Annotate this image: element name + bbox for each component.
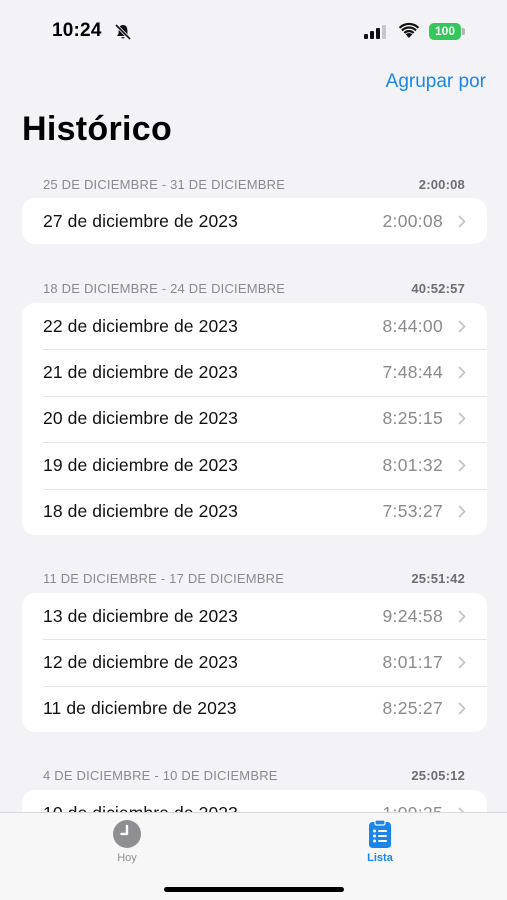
list-item[interactable]: 21 de diciembre de 2023 7:48:44 <box>22 349 487 395</box>
row-duration: 8:44:00 <box>382 315 443 336</box>
row-duration: 7:53:27 <box>382 501 443 522</box>
battery-tip <box>462 28 465 35</box>
list-clipboard-icon <box>369 819 391 848</box>
cellular-signal-icon <box>364 25 386 39</box>
row-date: 11 de diciembre de 2023 <box>43 698 237 719</box>
row-duration: 8:25:15 <box>382 408 443 429</box>
list-item[interactable]: 27 de diciembre de 2023 2:00:08 <box>22 198 487 244</box>
section-card: 22 de diciembre de 2023 8:44:00 21 de di… <box>22 303 487 535</box>
section-total: 40:52:57 <box>411 281 465 296</box>
list-item[interactable]: 19 de diciembre de 2023 8:01:32 <box>22 442 487 488</box>
section-card: 13 de diciembre de 2023 9:24:58 12 de di… <box>22 593 487 733</box>
status-time: 10:24 <box>52 20 102 41</box>
group-by-button[interactable]: Agrupar por <box>386 71 486 93</box>
list-item[interactable]: 12 de diciembre de 2023 8:01:17 <box>22 639 487 685</box>
tab-hoy[interactable]: Hoy <box>87 819 167 864</box>
section-header: 18 DE DICIEMBRE - 24 DE DICIEMBRE 40:52:… <box>43 281 465 296</box>
chevron-right-icon <box>458 215 466 228</box>
row-duration: 7:48:44 <box>382 362 443 383</box>
battery-indicator: 100 <box>429 23 465 40</box>
chevron-right-icon <box>458 505 466 518</box>
row-duration: 8:25:27 <box>382 698 443 719</box>
row-duration: 8:01:17 <box>382 652 443 673</box>
list-item[interactable]: 20 de diciembre de 2023 8:25:15 <box>22 395 487 442</box>
tab-label: Lista <box>367 852 393 864</box>
home-indicator[interactable] <box>164 887 344 892</box>
section-total: 25:05:12 <box>411 768 465 783</box>
wifi-icon <box>398 22 420 38</box>
row-duration: 2:00:08 <box>382 210 443 231</box>
row-date: 19 de diciembre de 2023 <box>43 454 238 475</box>
status-bar: 10:24 100 <box>0 0 507 60</box>
row-date: 12 de diciembre de 2023 <box>43 652 238 673</box>
row-date: 27 de diciembre de 2023 <box>43 210 238 231</box>
section-range: 18 DE DICIEMBRE - 24 DE DICIEMBRE <box>43 281 286 296</box>
row-duration: 9:24:58 <box>382 605 443 626</box>
chevron-right-icon <box>458 610 466 623</box>
chevron-right-icon <box>458 320 466 333</box>
row-date: 13 de diciembre de 2023 <box>43 605 238 626</box>
row-date: 20 de diciembre de 2023 <box>43 408 238 429</box>
section-total: 2:00:08 <box>418 177 465 192</box>
battery-level: 100 <box>429 23 461 40</box>
section-header: 4 DE DICIEMBRE - 10 DE DICIEMBRE 25:05:1… <box>43 768 465 783</box>
clock-icon <box>113 820 141 848</box>
page-title: Histórico <box>22 110 173 148</box>
list-item[interactable]: 13 de diciembre de 2023 9:24:58 <box>22 593 487 639</box>
section-range: 11 DE DICIEMBRE - 17 DE DICIEMBRE <box>43 571 285 586</box>
section-total: 25:51:42 <box>411 571 465 586</box>
row-duration: 8:01:32 <box>382 454 443 475</box>
chevron-right-icon <box>458 459 466 472</box>
chevron-right-icon <box>458 703 466 715</box>
bell-slash-icon <box>114 23 132 41</box>
section-range: 4 DE DICIEMBRE - 10 DE DICIEMBRE <box>43 768 278 783</box>
chevron-right-icon <box>458 413 466 425</box>
list-item[interactable]: 22 de diciembre de 2023 8:44:00 <box>22 303 487 349</box>
tab-label: Hoy <box>117 852 137 864</box>
row-date: 22 de diciembre de 2023 <box>43 315 238 336</box>
list-item[interactable]: 11 de diciembre de 2023 8:25:27 <box>22 685 487 732</box>
section-range: 25 DE DICIEMBRE - 31 DE DICIEMBRE <box>43 177 286 192</box>
tab-bar: Hoy Lista <box>0 812 507 900</box>
chevron-right-icon <box>458 366 466 379</box>
row-date: 21 de diciembre de 2023 <box>43 362 238 383</box>
row-date: 18 de diciembre de 2023 <box>43 501 238 522</box>
chevron-right-icon <box>458 656 466 669</box>
section-header: 11 DE DICIEMBRE - 17 DE DICIEMBRE 25:51:… <box>43 571 465 586</box>
section-header: 25 DE DICIEMBRE - 31 DE DICIEMBRE 2:00:0… <box>43 177 465 192</box>
list-item[interactable]: 18 de diciembre de 2023 7:53:27 <box>22 488 487 535</box>
tab-lista[interactable]: Lista <box>340 819 420 864</box>
section-card: 27 de diciembre de 2023 2:00:08 <box>22 198 487 245</box>
